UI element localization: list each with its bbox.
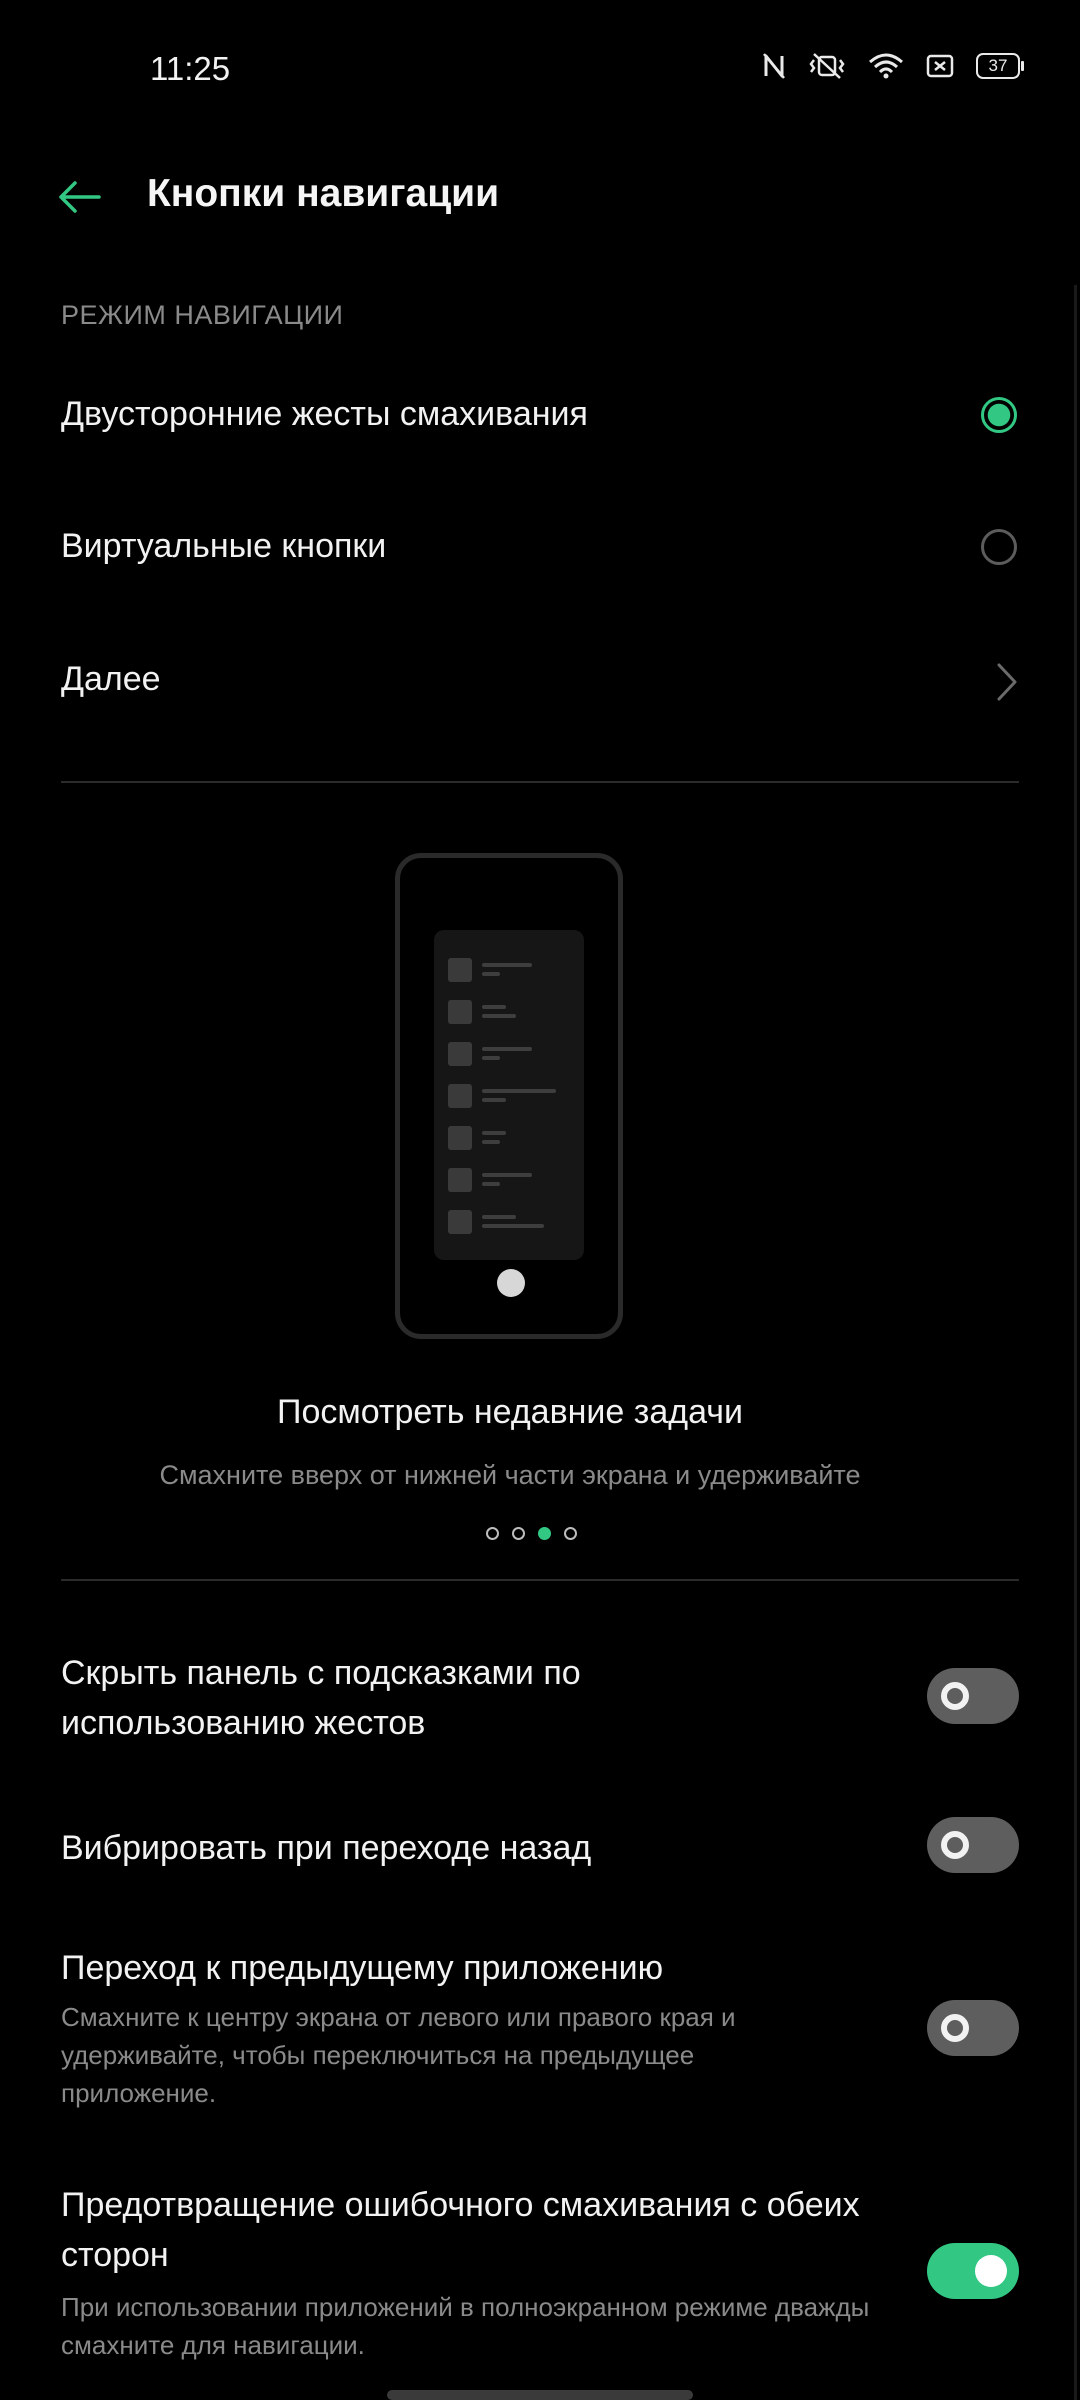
section-label-nav-mode: РЕЖИМ НАВИГАЦИИ (61, 300, 344, 330)
vibrate-icon (809, 53, 845, 79)
divider (61, 1579, 1019, 1581)
status-time: 11:25 (150, 50, 231, 87)
divider (61, 781, 1019, 783)
illustration-title: Посмотреть недавние задачи (277, 1393, 743, 1431)
page-dot-active[interactable] (538, 1527, 551, 1540)
setting-previous-app-description: Смахните к центру экрана от левого или п… (61, 2002, 736, 2108)
screen-record-icon (926, 54, 954, 78)
page-dot[interactable] (564, 1527, 577, 1540)
setting-vibrate-back-title: Вибрировать при переходе назад (61, 1829, 592, 1867)
back-button[interactable] (52, 170, 106, 224)
home-gesture-dot (497, 1269, 525, 1297)
nfc-icon (763, 53, 785, 79)
setting-prevent-accidental-swipe[interactable]: Предотвращение ошибочного смахивания с о… (0, 2180, 1080, 2370)
setting-previous-app[interactable]: Переход к предыдущему приложению Смахнит… (0, 1943, 1080, 2123)
nav-option-virtual-buttons-label: Виртуальные кнопки (61, 527, 387, 565)
setting-previous-app-title: Переход к предыдущему приложению (61, 1949, 664, 1987)
battery-icon: 37 (976, 53, 1024, 79)
arrow-left-icon (59, 181, 101, 213)
more-item-label: Далее (61, 660, 161, 698)
illustration-subtitle: Смахните вверх от нижней части экрана и … (159, 1460, 861, 1490)
page-dot[interactable] (486, 1527, 499, 1540)
toggle-vibrate-back[interactable] (927, 1817, 1019, 1873)
phone-illustration-screen (434, 930, 584, 1260)
status-icons: 37 (762, 52, 1024, 80)
wifi-icon (869, 53, 903, 79)
setting-prevent-accidental-swipe-description: При использовании приложений в полноэкра… (61, 2292, 870, 2360)
more-item[interactable]: Далее (0, 630, 1080, 740)
nav-option-gestures-label: Двусторонние жесты смахивания (61, 395, 588, 433)
setting-hide-gesture-hint[interactable]: Скрыть панель с подсказками по использов… (0, 1640, 1080, 1770)
phone-illustration (395, 853, 623, 1339)
chevron-right-icon (997, 663, 1017, 701)
toggle-prevent-accidental-swipe[interactable] (927, 2243, 1019, 2299)
radio-unselected-icon[interactable] (981, 529, 1017, 565)
radio-selected-icon[interactable] (981, 397, 1017, 433)
toggle-previous-app[interactable] (927, 2000, 1019, 2056)
setting-vibrate-back[interactable]: Вибрировать при переходе назад (0, 1805, 1080, 1905)
setting-hide-gesture-hint-title: Скрыть панель с подсказками по использов… (61, 1654, 581, 1742)
page-dot[interactable] (512, 1527, 525, 1540)
setting-prevent-accidental-swipe-title: Предотвращение ошибочного смахивания с о… (61, 2186, 860, 2274)
page-title: Кнопки навигации (147, 172, 500, 215)
toggle-hide-gesture-hint[interactable] (927, 1668, 1019, 1724)
nav-option-gestures[interactable]: Двусторонние жесты смахивания (0, 365, 1080, 475)
gesture-nav-handle[interactable] (387, 2390, 693, 2400)
nav-option-virtual-buttons[interactable]: Виртуальные кнопки (0, 497, 1080, 607)
scrollbar[interactable] (1074, 285, 1077, 2400)
page-indicator (486, 1527, 577, 1540)
